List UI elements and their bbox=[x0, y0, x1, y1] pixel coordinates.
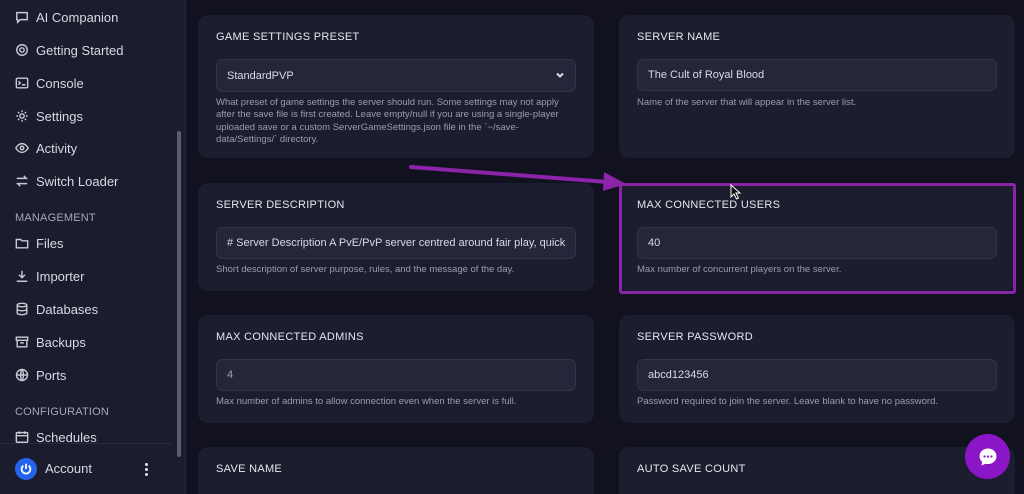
power-icon bbox=[20, 463, 32, 475]
sidebar-item-backups[interactable]: Backups bbox=[15, 331, 86, 353]
sidebar-item-label: Files bbox=[36, 235, 64, 251]
card-auto-save-count: AUTO SAVE COUNT bbox=[619, 447, 1015, 494]
chat-icon bbox=[16, 11, 28, 24]
sidebar-item-getting-started[interactable]: Getting Started bbox=[15, 39, 123, 61]
chevron-down-icon bbox=[555, 70, 565, 80]
download-icon bbox=[16, 270, 28, 282]
field-help: Password required to join the server. Le… bbox=[637, 396, 939, 407]
sidebar-item-label: Getting Started bbox=[36, 42, 124, 58]
field-label: SAVE NAME bbox=[216, 463, 283, 475]
sidebar-item-label: Backups bbox=[36, 334, 86, 350]
more-vertical-icon[interactable] bbox=[140, 459, 152, 479]
card-save-name: SAVE NAME bbox=[198, 447, 594, 494]
card-game-settings-preset: GAME SETTINGS PRESET StandardPVP What pr… bbox=[198, 15, 594, 158]
mouse-cursor-icon bbox=[730, 184, 742, 200]
card-server-name: SERVER NAME The Cult of Royal Blood Name… bbox=[619, 15, 1015, 158]
sidebar-item-files[interactable]: Files bbox=[15, 232, 63, 254]
field-label: GAME SETTINGS PRESET bbox=[216, 31, 360, 43]
sidebar-item-activity[interactable]: Activity bbox=[15, 137, 77, 159]
field-label: AUTO SAVE COUNT bbox=[637, 463, 746, 475]
max-connected-admins-input[interactable]: 4 bbox=[216, 359, 576, 391]
gear-icon bbox=[16, 44, 28, 56]
sidebar-item-label: Ports bbox=[36, 367, 67, 383]
terminal-icon bbox=[15, 77, 29, 89]
field-label: SERVER DESCRIPTION bbox=[216, 199, 345, 211]
folder-icon bbox=[15, 238, 29, 249]
field-label: SERVER NAME bbox=[637, 31, 721, 43]
field-help: What preset of game settings the server … bbox=[216, 97, 559, 146]
chat-icon bbox=[979, 448, 996, 465]
sidebar-item-label: Importer bbox=[36, 268, 85, 284]
field-help: Short description of server purpose, rul… bbox=[216, 264, 515, 275]
game-settings-preset-select[interactable]: StandardPVP bbox=[216, 59, 576, 92]
field-label: MAX CONNECTED ADMINS bbox=[216, 331, 364, 343]
sidebar-item-importer[interactable]: Importer bbox=[15, 265, 84, 287]
database-icon bbox=[16, 302, 28, 316]
sidebar-item-label: AI Companion bbox=[36, 9, 119, 25]
sidebar-scrollbar-thumb[interactable] bbox=[177, 131, 181, 457]
card-max-connected-admins: MAX CONNECTED ADMINS 4 Max number of adm… bbox=[198, 315, 594, 423]
field-label: SERVER PASSWORD bbox=[637, 331, 753, 343]
card-server-description: SERVER DESCRIPTION # Server Description … bbox=[198, 183, 594, 291]
card-server-password: SERVER PASSWORD abcd123456 Password requ… bbox=[619, 315, 1015, 423]
avatar bbox=[15, 458, 37, 480]
sidebar-item-label: Databases bbox=[36, 301, 99, 317]
archive-icon bbox=[15, 336, 29, 348]
sidebar: AI Companion Getting Started Console Set… bbox=[0, 0, 186, 494]
chat-support-button[interactable] bbox=[965, 434, 1010, 479]
sidebar-item-ai-companion[interactable]: AI Companion bbox=[15, 6, 118, 28]
gear-icon bbox=[16, 110, 28, 122]
field-help: Max number of admins to allow connection… bbox=[216, 396, 517, 407]
account-label: Account bbox=[45, 461, 92, 476]
sidebar-item-switch-loader[interactable]: Switch Loader bbox=[15, 170, 118, 192]
sidebar-item-console[interactable]: Console bbox=[15, 72, 84, 94]
sidebar-item-label: Console bbox=[36, 75, 84, 91]
switch-icon bbox=[15, 175, 29, 187]
server-name-input[interactable]: The Cult of Royal Blood bbox=[637, 59, 997, 91]
section-label-management: MANAGEMENT bbox=[15, 212, 96, 224]
server-password-input[interactable]: abcd123456 bbox=[637, 359, 997, 391]
calendar-icon bbox=[15, 431, 29, 443]
eye-icon bbox=[15, 142, 29, 154]
section-label-configuration: CONFIGURATION bbox=[15, 406, 110, 418]
server-description-input[interactable]: # Server Description A PvE/PvP server ce… bbox=[216, 227, 576, 259]
sidebar-item-label: Settings bbox=[36, 108, 83, 124]
sidebar-item-settings[interactable]: Settings bbox=[15, 105, 83, 127]
sidebar-item-databases[interactable]: Databases bbox=[15, 298, 98, 320]
account-button[interactable]: Account bbox=[0, 443, 172, 494]
select-value: StandardPVP bbox=[227, 69, 294, 82]
globe-icon bbox=[15, 368, 29, 382]
sidebar-item-ports[interactable]: Ports bbox=[15, 364, 66, 386]
highlight-box bbox=[619, 183, 1016, 294]
sidebar-item-label: Switch Loader bbox=[36, 173, 119, 189]
field-help: Name of the server that will appear in t… bbox=[637, 97, 857, 108]
sidebar-item-label: Activity bbox=[36, 140, 78, 156]
